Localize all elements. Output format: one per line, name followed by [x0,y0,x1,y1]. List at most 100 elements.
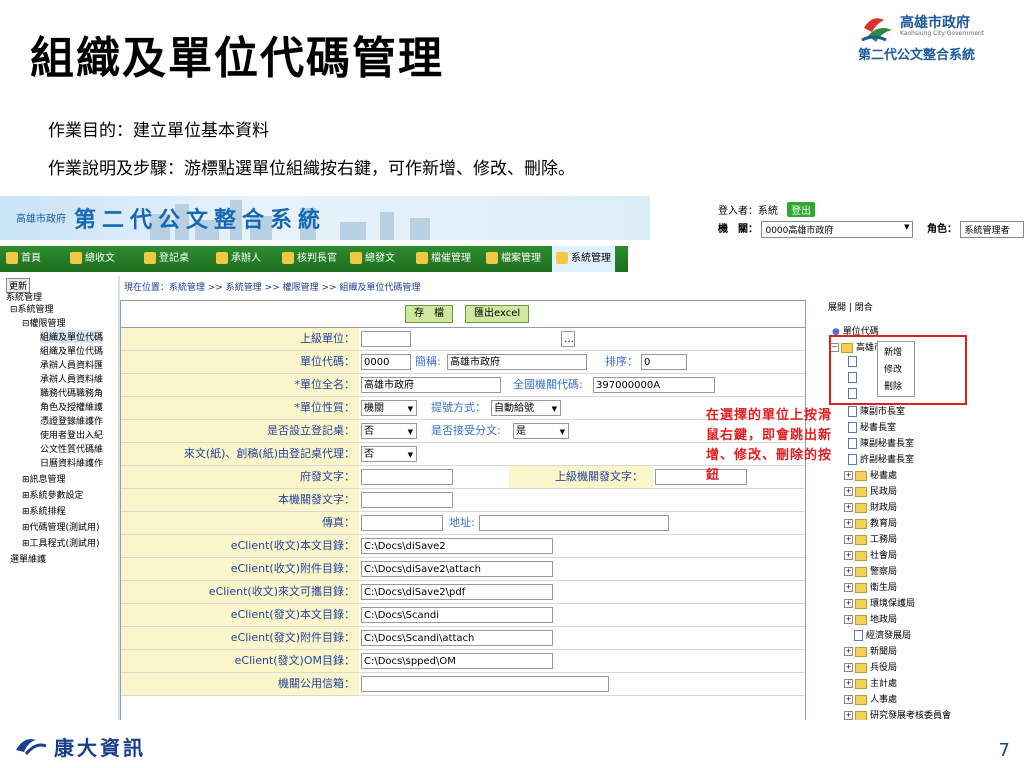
nav-handler-maintain[interactable]: 承辦人員資料維 [40,372,103,385]
nav-job-role[interactable]: 職務代碼職務角 [40,386,103,399]
folder-icon [855,694,867,705]
tree-node[interactable]: + 民政局 [844,484,897,497]
menu-archive[interactable]: 檔案管理 [486,246,541,272]
recv-body-label: eClient(收文)本文目錄： [121,535,359,557]
row-send-om: eClient(發文)OM目錄： C:\Docs\spped\OM [121,650,805,673]
nav-menu-maintain[interactable]: 選單維護 [10,552,46,565]
nav-message[interactable]: ⊞訊息管理 [22,472,66,485]
tree-node[interactable]: 陳副市長室 [848,404,905,417]
unit-type-select[interactable]: 機關 ▼ [361,400,417,416]
org-text-label: 本機關發文字： [121,489,359,511]
order-label: 排序： [605,355,638,368]
order-field[interactable]: 0 [641,354,687,370]
agent-desk-select[interactable]: 否 ▼ [361,446,417,462]
tree-node[interactable]: + 秘書處 [844,468,897,481]
slide-title: 組織及單位代碼管理 [30,33,444,84]
tree-node[interactable]: + 財政局 [844,500,897,513]
send-attach-field[interactable]: C:\Docs\Scandi\attach [361,630,553,646]
nav-org-code[interactable]: 組織及單位代碼 [40,344,103,357]
tree-node-label: 陳副秘書長室 [860,439,915,449]
short-name-field[interactable]: 高雄市政府 [447,354,587,370]
menu-home[interactable]: 首頁 [6,246,41,272]
tree-node[interactable]: + 地政局 [844,612,897,625]
recv-attach-label: eClient(收文)附件目錄： [121,558,359,580]
tree-node[interactable]: 經濟發展局 [854,628,911,641]
public-mail-label: 機關公用信箱： [121,673,359,695]
tree-node[interactable]: + 教育局 [844,516,897,529]
browse-button[interactable]: … [561,331,575,347]
logout-button[interactable]: 登出 [787,202,816,217]
chevron-down-icon: ▼ [407,405,413,413]
company-logo-icon [16,739,47,755]
menu-register[interactable]: 登記桌 [144,246,189,272]
row-send-attach: eClient(發文)附件目錄： C:\Docs\Scandi\attach [121,627,805,650]
tree-node-label: 地政局 [870,615,898,625]
menu-approver[interactable]: 核判長官 [282,246,337,272]
tree-node[interactable]: 許副秘書長室 [848,452,914,465]
nav-code-mgmt[interactable]: ⊞代碼管理(測試用) [22,520,100,533]
tree-node[interactable]: + 工務局 [844,532,897,545]
send-om-field[interactable]: C:\Docs\spped\OM [361,653,553,669]
parent-unit-field[interactable] [361,331,411,347]
role-select[interactable]: 系統管理者 [960,220,1024,238]
nav-tools[interactable]: ⊞工具程式(測試用) [22,536,100,549]
nav-calendar[interactable]: 日曆資料維護作 [40,456,103,469]
export-excel-button[interactable]: 匯出excel [465,305,530,323]
context-delete[interactable]: 刪除 [884,379,902,392]
menu-receive[interactable]: 總收文 [70,246,115,272]
menu-system[interactable]: 系統管理 [552,246,615,272]
row-full-name: *單位全名： 高雄市政府 全國機關代碼: 397000000A [121,374,805,397]
number-mode-select[interactable]: 自動給號 ▼ [491,400,561,416]
tree-node-label: 經濟發展局 [866,631,912,641]
national-code-field[interactable]: 397000000A [593,377,715,393]
context-add[interactable]: 新增 [884,345,902,358]
tree-node[interactable]: 秘書長室 [848,420,896,433]
nav-permission[interactable]: ⊟權限管理 [22,316,66,329]
recv-body-field[interactable]: C:\Docs\diSave2 [361,538,553,554]
nav-login-log[interactable]: 使用者登出入紀 [40,428,103,441]
menu-urge[interactable]: 檔催管理 [416,246,471,272]
is-desk-label: 是否設立登記桌： [121,420,359,442]
send-body-field[interactable]: C:\Docs\Scandi [361,607,553,623]
gov-text-field[interactable] [361,469,453,485]
folder-icon [855,566,867,577]
unit-code-label: 單位代碼： [121,351,359,373]
fax-field[interactable] [361,515,443,531]
tree-node[interactable]: + 研究發展考核委員會 [844,708,951,720]
recv-scan-field[interactable]: C:\Docs\diSave2\pdf [361,584,553,600]
folder-icon [855,662,867,673]
tree-node[interactable]: + 新聞局 [844,644,897,657]
address-field[interactable] [479,515,669,531]
public-mail-field[interactable] [361,676,609,692]
tree-node[interactable]: + 主計處 [844,676,897,689]
tree-node[interactable]: + 社會局 [844,548,897,561]
tree-node[interactable]: + 衛生局 [844,580,897,593]
save-button[interactable]: 存 檔 [405,305,453,323]
nav-system-admin[interactable]: ⊟系統管理 [10,302,54,315]
tree-node[interactable]: + 警察局 [844,564,897,577]
tree-node[interactable]: + 人事處 [844,692,897,705]
nav-cert[interactable]: 憑證登錄維護作 [40,414,103,427]
nav-handler-import[interactable]: 承辦人員資料匯 [40,358,103,371]
accept-dispatch-select[interactable]: 是 ▼ [513,423,569,439]
nav-role-auth[interactable]: 角色及授權維護 [40,400,103,413]
nav-params[interactable]: ⊞系統參數設定 [22,488,84,501]
tree-toggle-icon: ⊞ [22,475,30,485]
menu-dispatch[interactable]: 總發文 [350,246,395,272]
tree-node[interactable]: + 環境保護局 [844,596,915,609]
org-select[interactable]: 0000高雄市政府 ▼ [761,220,914,238]
tree-controls[interactable]: 展開 | 閉合 [828,300,873,313]
nav-doc-type[interactable]: 公文性質代碼維 [40,442,103,455]
is-desk-select[interactable]: 否 ▼ [361,423,417,439]
org-text-field[interactable] [361,492,453,508]
unit-code-field[interactable]: 0000 [361,354,411,370]
tree-node[interactable]: + 兵役局 [844,660,897,673]
nav-org-code-selected[interactable]: 組織及單位代碼 [40,330,104,343]
menu-handler[interactable]: 承辦人 [216,246,261,272]
tree-node[interactable]: 陳副秘書長室 [848,436,914,449]
recv-attach-field[interactable]: C:\Docs\diSave2\attach [361,561,553,577]
full-name-field[interactable]: 高雄市政府 [361,377,501,393]
nav-schedule[interactable]: ⊞系統排程 [22,504,66,517]
context-edit[interactable]: 修改 [884,362,902,375]
tree-node-label: 社會局 [870,551,898,561]
